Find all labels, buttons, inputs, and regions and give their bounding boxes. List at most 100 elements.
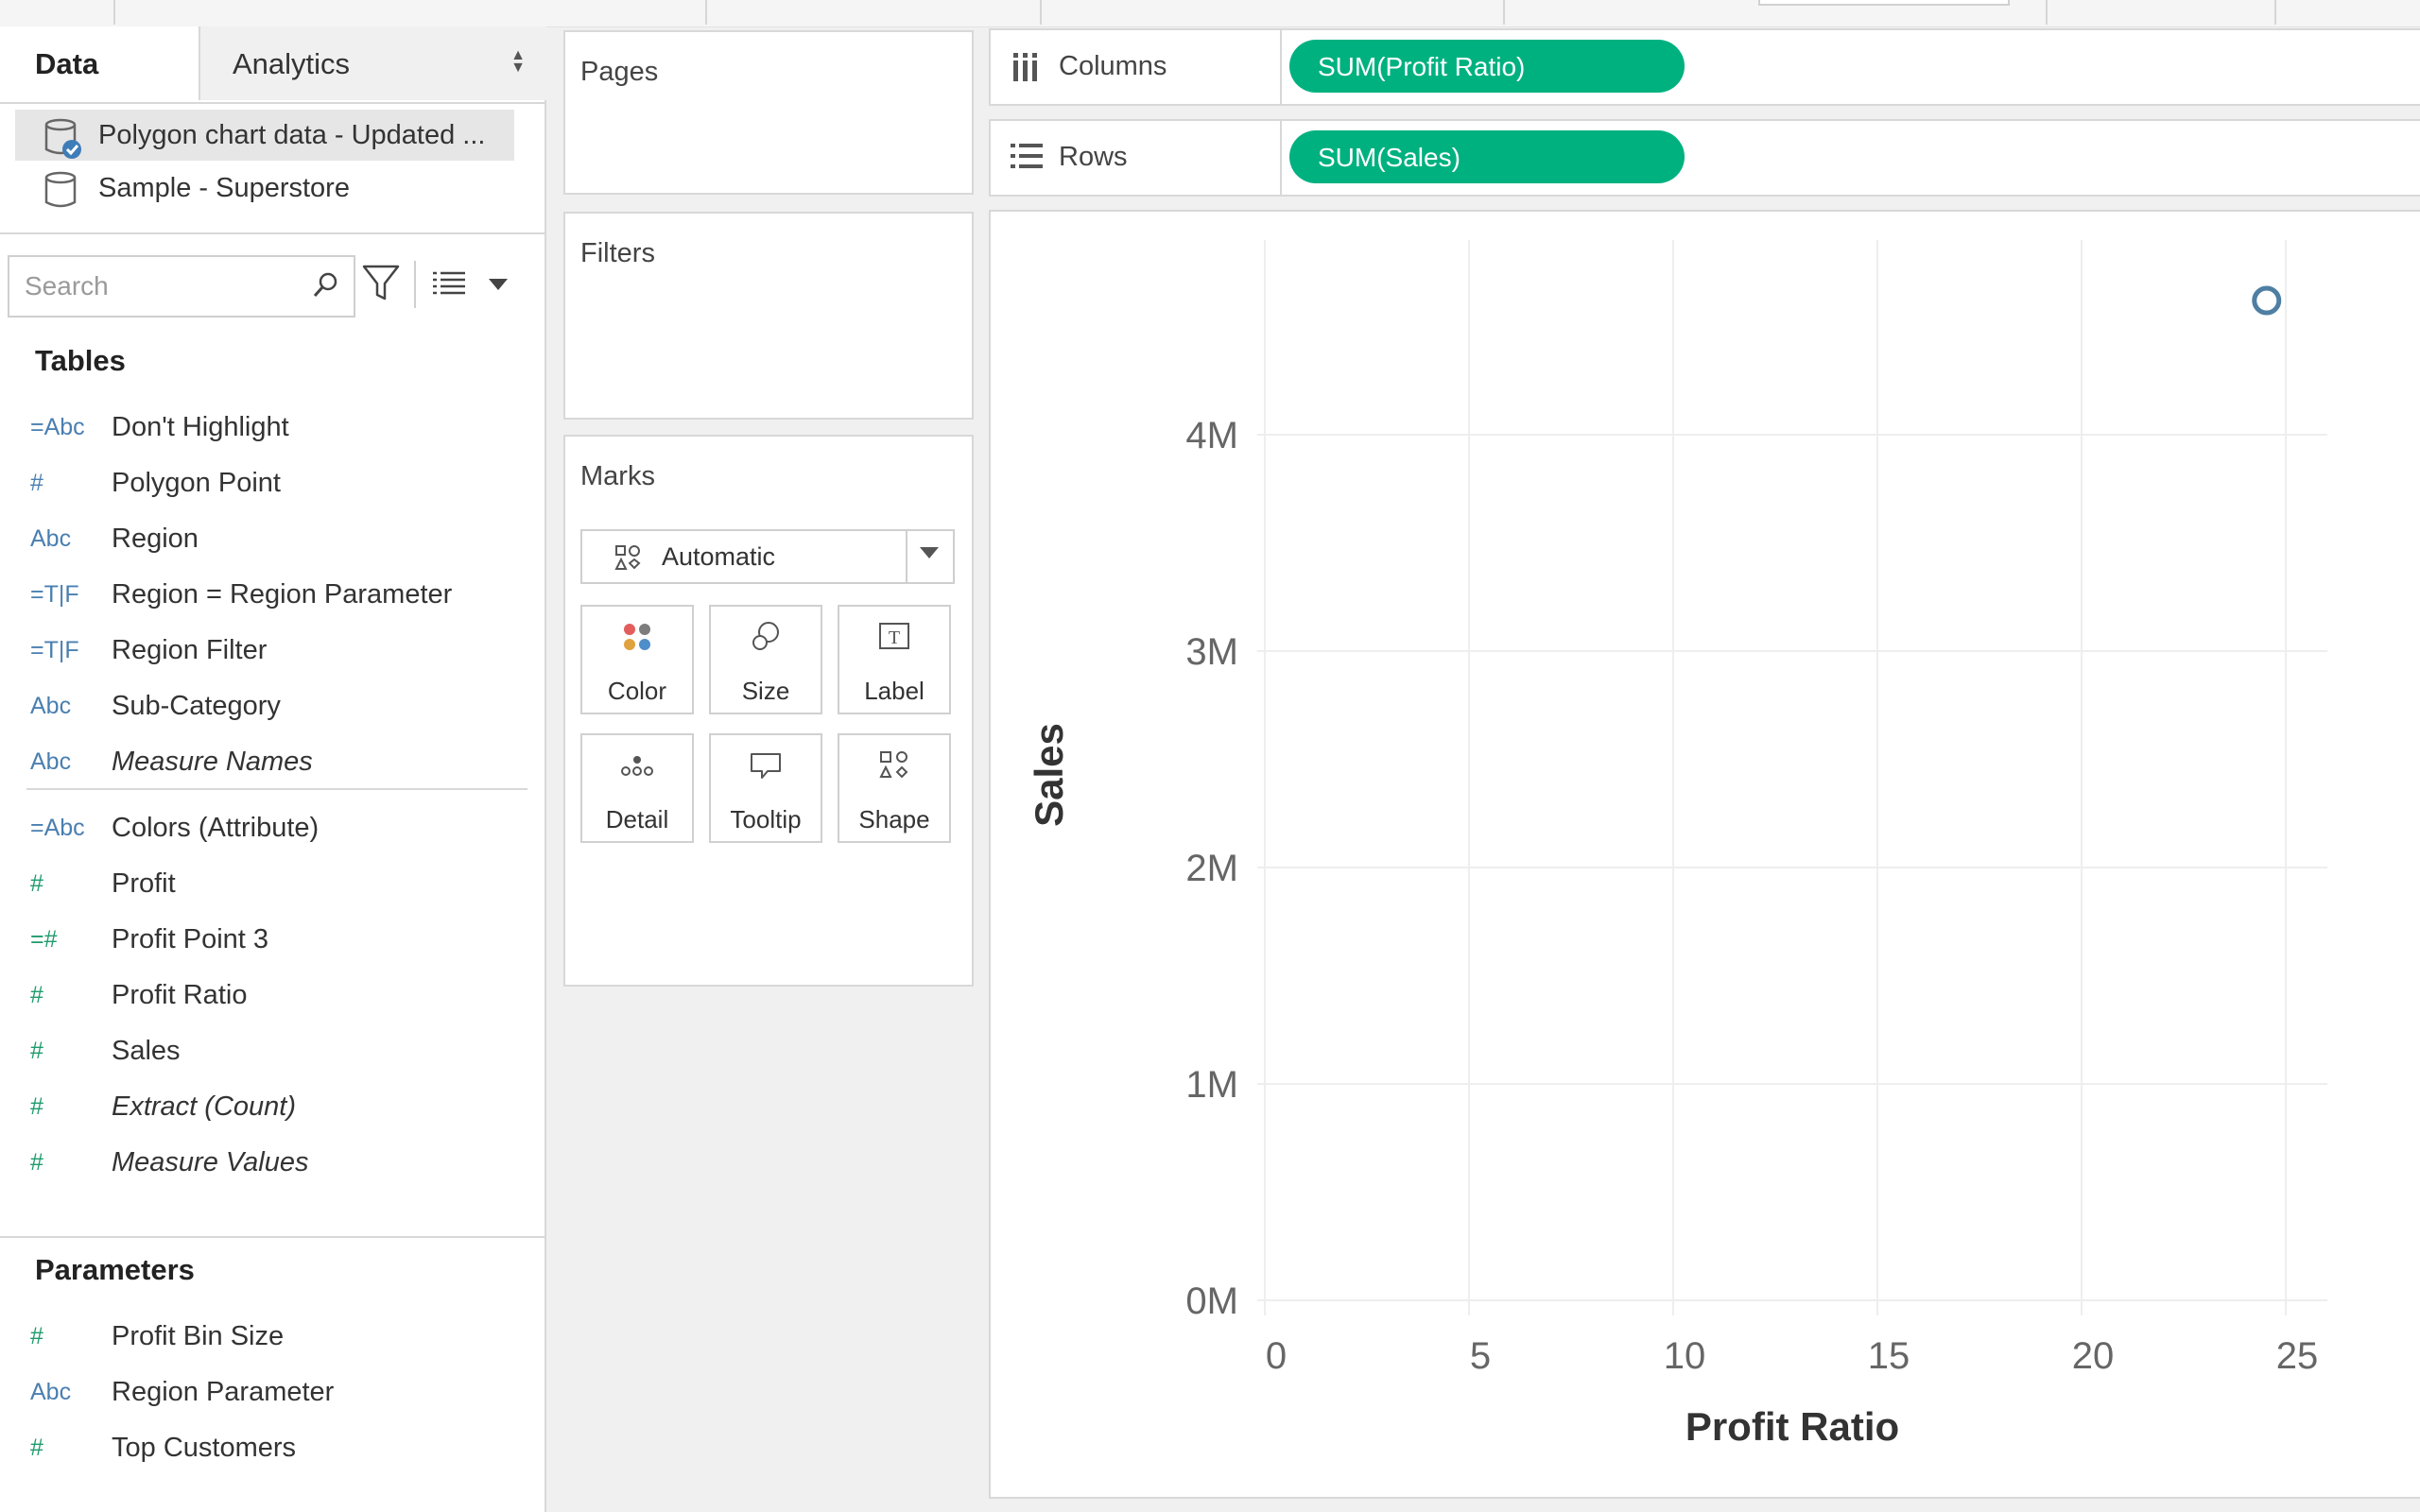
divider (0, 1236, 544, 1238)
field-item[interactable]: # Extract (Count) (0, 1082, 529, 1137)
pane-tab-bar: Data Analytics ▲ ▼ (0, 26, 546, 104)
list-view-icon[interactable] (431, 270, 467, 297)
field-item[interactable]: Abc Region (0, 514, 529, 569)
database-check-icon (44, 118, 81, 159)
y-tick-label: 1M (1185, 1064, 1238, 1106)
svg-text:T: T (889, 627, 900, 648)
field-item[interactable]: # Profit Ratio (0, 971, 529, 1025)
field-name: Top Customers (112, 1433, 297, 1463)
scatter-chart[interactable]: 0 5 10 15 20 25 0M 1M 2M 3M 4M Profit Ratio Sales (991, 212, 2420, 1497)
field-type-icon: # (30, 1323, 43, 1349)
color-icon (582, 620, 692, 659)
tooltip-icon (711, 748, 821, 787)
datasource-item[interactable]: Sample - Superstore (15, 163, 514, 214)
chevron-down-icon[interactable] (488, 278, 509, 291)
filter-icon[interactable] (361, 263, 401, 304)
shape-button[interactable]: Shape (838, 733, 951, 843)
y-tick-label: 2M (1185, 848, 1238, 889)
divider (1280, 30, 1282, 104)
divider (0, 232, 544, 234)
search-icon[interactable] (310, 270, 340, 301)
field-type-icon: Abc (30, 1379, 72, 1405)
field-item[interactable]: =Abc Don't Highlight (0, 403, 529, 457)
up-down-arrows-icon[interactable]: ▲ ▼ (510, 48, 526, 76)
rows-pill-sales[interactable]: SUM(Sales) (1289, 130, 1685, 183)
field-type-icon: # (30, 470, 43, 496)
data-point[interactable] (2252, 285, 2282, 316)
field-type-icon: # (30, 1149, 43, 1176)
columns-pill-profit-ratio[interactable]: SUM(Profit Ratio) (1289, 40, 1685, 93)
field-name: Region (112, 524, 199, 554)
field-name: Sales (112, 1036, 181, 1066)
rows-icon (1011, 144, 1043, 168)
field-item[interactable]: Abc Sub-Category (0, 681, 529, 736)
divider (414, 261, 416, 308)
rows-shelf-label: Rows (1059, 142, 1128, 172)
field-item[interactable]: Abc Measure Names (0, 737, 529, 792)
field-item[interactable]: =T|F Region Filter (0, 626, 529, 680)
field-item[interactable]: # Profit Bin Size (0, 1312, 529, 1366)
field-type-icon: =Abc (30, 815, 85, 841)
toolbar-divider (705, 0, 707, 25)
chart-view[interactable]: 0 5 10 15 20 25 0M 1M 2M 3M 4M Profit Ratio Sales (989, 210, 2420, 1499)
chevron-down-icon[interactable] (919, 546, 940, 559)
field-type-icon: =Abc (30, 414, 85, 440)
toolbar-divider (2046, 0, 2048, 25)
tooltip-button[interactable]: Tooltip (709, 733, 822, 843)
field-item[interactable]: =T|F Region = Region Parameter (0, 570, 529, 625)
x-tick-label: 0 (1266, 1335, 1287, 1377)
label-button-label: Label (864, 677, 925, 705)
field-type-icon: =T|F (30, 637, 79, 663)
tab-data-label: Data (35, 47, 99, 80)
y-tick-label: 0M (1185, 1280, 1238, 1322)
field-item[interactable]: # Measure Values (0, 1138, 529, 1193)
y-tick-label: 4M (1185, 415, 1238, 456)
datasource-item[interactable]: Polygon chart data - Updated ... (15, 110, 514, 161)
detail-button[interactable]: Detail (580, 733, 694, 843)
field-item[interactable]: # Top Customers (0, 1423, 529, 1478)
field-name: Profit Bin Size (112, 1321, 285, 1351)
field-type-icon: =T|F (30, 581, 79, 608)
x-tick-label: 5 (1470, 1335, 1491, 1377)
field-name: Profit Ratio (112, 980, 248, 1010)
filters-card-title: Filters (580, 238, 655, 268)
size-icon (711, 620, 821, 659)
field-type-icon: # (30, 982, 43, 1008)
field-type-icon: Abc (30, 693, 72, 719)
rows-shelf[interactable]: Rows SUM(Sales) (989, 119, 2420, 197)
detail-icon (582, 748, 692, 787)
field-name: Profit (112, 868, 176, 899)
field-item[interactable]: # Polygon Point (0, 458, 529, 513)
search-input[interactable] (23, 266, 301, 306)
field-item[interactable]: Abc Region Parameter (0, 1367, 529, 1422)
color-button[interactable]: Color (580, 605, 694, 714)
size-button[interactable]: Size (709, 605, 822, 714)
columns-icon (1013, 53, 1037, 81)
y-tick-label: 3M (1185, 631, 1238, 673)
columns-shelf[interactable]: Columns SUM(Profit Ratio) (989, 28, 2420, 106)
mark-type-dropdown[interactable]: Automatic (580, 529, 955, 584)
pages-card[interactable]: Pages (563, 30, 974, 195)
label-button[interactable]: T Label (838, 605, 951, 714)
field-name: Extract (Count) (112, 1091, 296, 1122)
field-type-icon: # (30, 1038, 43, 1064)
tab-data[interactable]: Data (0, 26, 199, 102)
tab-analytics[interactable]: Analytics ▲ ▼ (199, 26, 546, 100)
field-item[interactable]: # Sales (0, 1026, 529, 1081)
field-item[interactable]: # Profit (0, 859, 529, 914)
field-item[interactable]: =Abc Colors (Attribute) (0, 803, 529, 858)
field-name: Sub-Category (112, 691, 281, 721)
datasource-label: Sample - Superstore (98, 173, 350, 203)
field-name: Region = Region Parameter (112, 579, 453, 610)
field-item[interactable]: =# Profit Point 3 (0, 915, 529, 970)
field-name: Measure Values (112, 1147, 309, 1177)
data-pane: Data Analytics ▲ ▼ Polygon chart data - U… (0, 26, 546, 1512)
field-type-icon: # (30, 1435, 43, 1461)
divider (906, 531, 908, 582)
divider (1280, 121, 1282, 195)
toolbar-dropdown-edge[interactable] (1758, 0, 2010, 6)
filters-card[interactable]: Filters (563, 212, 974, 420)
toolbar-divider (1040, 0, 1042, 25)
columns-pill-label: SUM(Profit Ratio) (1318, 52, 1526, 81)
search-box[interactable] (8, 255, 355, 318)
